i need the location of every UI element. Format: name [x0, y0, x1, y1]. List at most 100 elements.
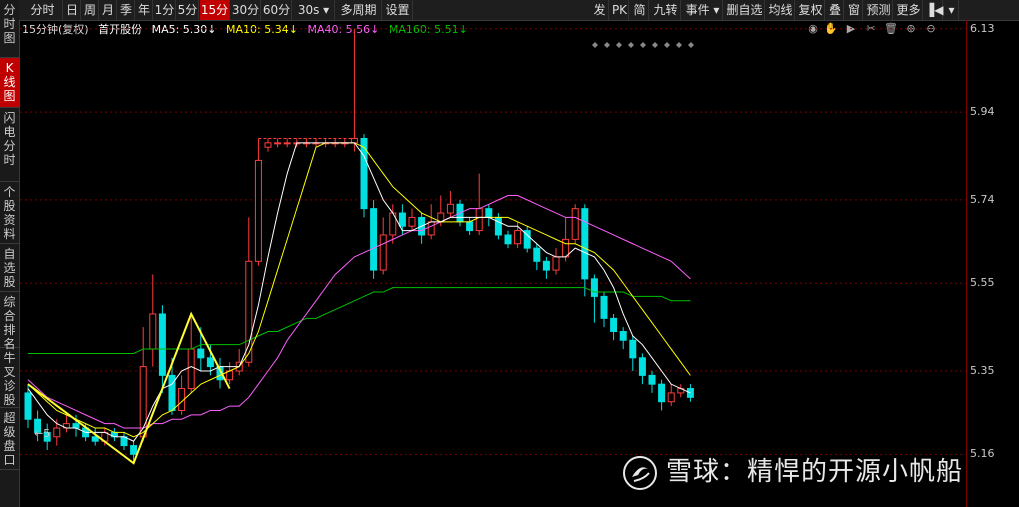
tool-button-9[interactable]: 窗	[846, 0, 863, 20]
period-button-9[interactable]: 30分	[231, 0, 261, 20]
tool-button-13[interactable]: ▾	[945, 0, 959, 20]
y-tick-label: 5.35	[970, 363, 995, 377]
low-marker-label: ←5	[34, 427, 51, 440]
left-tab-4[interactable]: 自选股	[0, 244, 19, 292]
candle-body	[197, 348, 205, 359]
candle-body	[130, 445, 138, 455]
period-button-6[interactable]: 1分	[154, 0, 176, 20]
candle-body	[533, 247, 541, 262]
candle-body	[514, 230, 522, 245]
left-tab-5[interactable]: 综合排名	[0, 292, 19, 351]
diamond-marker	[604, 42, 610, 48]
period-button-0[interactable]: 分时	[23, 0, 63, 20]
period-button-1[interactable]: 日	[64, 0, 81, 20]
watermark-text: 雪球：精悍的开源小帆船	[666, 457, 964, 487]
tool-button-6[interactable]: 均线	[767, 0, 795, 20]
period-toolbar: 分时日周月季年 1分 5分 15分 30分 60分 30s ▾ 多周期 设置 发 PK 简九转 事件 ▾…	[19, 0, 1019, 21]
candle-body	[600, 295, 608, 319]
candle-body	[53, 427, 61, 438]
tool-button-11[interactable]: 更多	[895, 0, 923, 20]
y-tick-label: 5.16	[970, 447, 995, 461]
diamond-marker	[592, 42, 598, 48]
left-tab-7[interactable]: 超级盘口	[0, 408, 19, 470]
left-tab-0[interactable]: 分时图	[0, 0, 19, 58]
period-button-12[interactable]: 多周期	[336, 0, 382, 20]
diamond-marker	[652, 42, 658, 48]
y-tick-label: 5.55	[970, 276, 995, 290]
candle-body	[619, 331, 627, 341]
ma160-line	[28, 287, 691, 354]
period-button-4[interactable]: 季	[118, 0, 135, 20]
candle-body	[542, 260, 550, 271]
candle-body	[590, 278, 598, 297]
candle-body	[283, 142, 291, 145]
candle-body	[562, 238, 570, 258]
candle-body	[581, 208, 589, 280]
candle-body	[504, 234, 512, 245]
price-axis: 6.13 5.94 5.74 5.55 5.35 5.16	[966, 20, 1019, 507]
candle-body	[648, 374, 656, 385]
tool-button-0[interactable]: 发	[591, 0, 609, 20]
left-tab-6[interactable]: 牛叉诊股	[0, 348, 19, 408]
tool-button-1[interactable]: PK	[611, 0, 629, 20]
zigzag-line	[27, 311, 231, 465]
diamond-marker	[640, 42, 646, 48]
candle-body	[24, 392, 32, 420]
candle-body	[408, 216, 416, 227]
kline-chart[interactable]	[20, 20, 966, 507]
candle-body	[494, 216, 502, 236]
left-tab-2[interactable]: 闪电分时	[0, 108, 19, 182]
candle-body	[139, 366, 147, 438]
diamond-marker	[664, 42, 670, 48]
tool-button-5[interactable]: 删自选	[725, 0, 765, 20]
period-button-5[interactable]: 年	[136, 0, 153, 20]
candle-body	[245, 260, 253, 363]
tool-button-7[interactable]: 复权	[797, 0, 825, 20]
candle-body	[254, 159, 262, 262]
candle-body	[466, 221, 474, 232]
tool-button-10[interactable]: 预测	[865, 0, 893, 20]
candle-body	[187, 348, 195, 390]
tool-button-4[interactable]: 事件 ▾	[683, 0, 723, 20]
candle-body	[427, 221, 435, 236]
candle-body	[552, 256, 560, 271]
period-button-13[interactable]: 设置	[383, 0, 413, 20]
period-button-2[interactable]: 周	[82, 0, 99, 20]
watermark: 雪球：精悍的开源小帆船	[622, 452, 963, 492]
candle-body	[475, 208, 483, 232]
left-tab-bar: 分时图 K线图 闪电分时 个股资料 自选股 综合排名 牛叉诊股 超级盘口	[0, 0, 20, 507]
candle-body	[360, 137, 368, 210]
candle-body	[350, 137, 358, 144]
candle-body	[610, 317, 618, 333]
tool-button-3[interactable]: 九转	[651, 0, 681, 20]
period-button-7[interactable]: 5分	[177, 0, 199, 20]
candle-body	[72, 423, 80, 429]
candle-body	[446, 203, 454, 214]
period-button-8[interactable]: 15分	[200, 0, 230, 20]
candle-body	[91, 436, 99, 442]
left-tab-3[interactable]: 个股资料	[0, 182, 19, 244]
tool-button-2[interactable]: 简	[631, 0, 649, 20]
candle-body	[274, 142, 282, 145]
diamond-marker	[616, 42, 622, 48]
left-tab-1[interactable]: K线图	[0, 58, 19, 108]
tool-button-12[interactable]: ▐◀	[925, 0, 943, 20]
period-button-10[interactable]: 60分	[262, 0, 292, 20]
period-button-11[interactable]: 30s ▾	[293, 0, 335, 20]
candle-body	[158, 313, 166, 376]
candle-body	[149, 313, 157, 350]
candle-body	[571, 208, 579, 240]
candle-body	[398, 212, 406, 227]
diamond-marker	[628, 42, 634, 48]
tool-button-8[interactable]: 叠	[827, 0, 844, 20]
y-tick-label: 6.13	[970, 21, 995, 35]
candle-body	[379, 234, 387, 271]
candle-body	[485, 208, 493, 218]
candle-body	[638, 357, 646, 376]
candle-body	[206, 357, 214, 368]
snowball-logo-icon	[623, 455, 657, 490]
candle-body	[629, 339, 637, 359]
candle-body	[667, 392, 675, 403]
period-button-3[interactable]: 月	[100, 0, 117, 20]
ma40-line	[27, 194, 691, 429]
